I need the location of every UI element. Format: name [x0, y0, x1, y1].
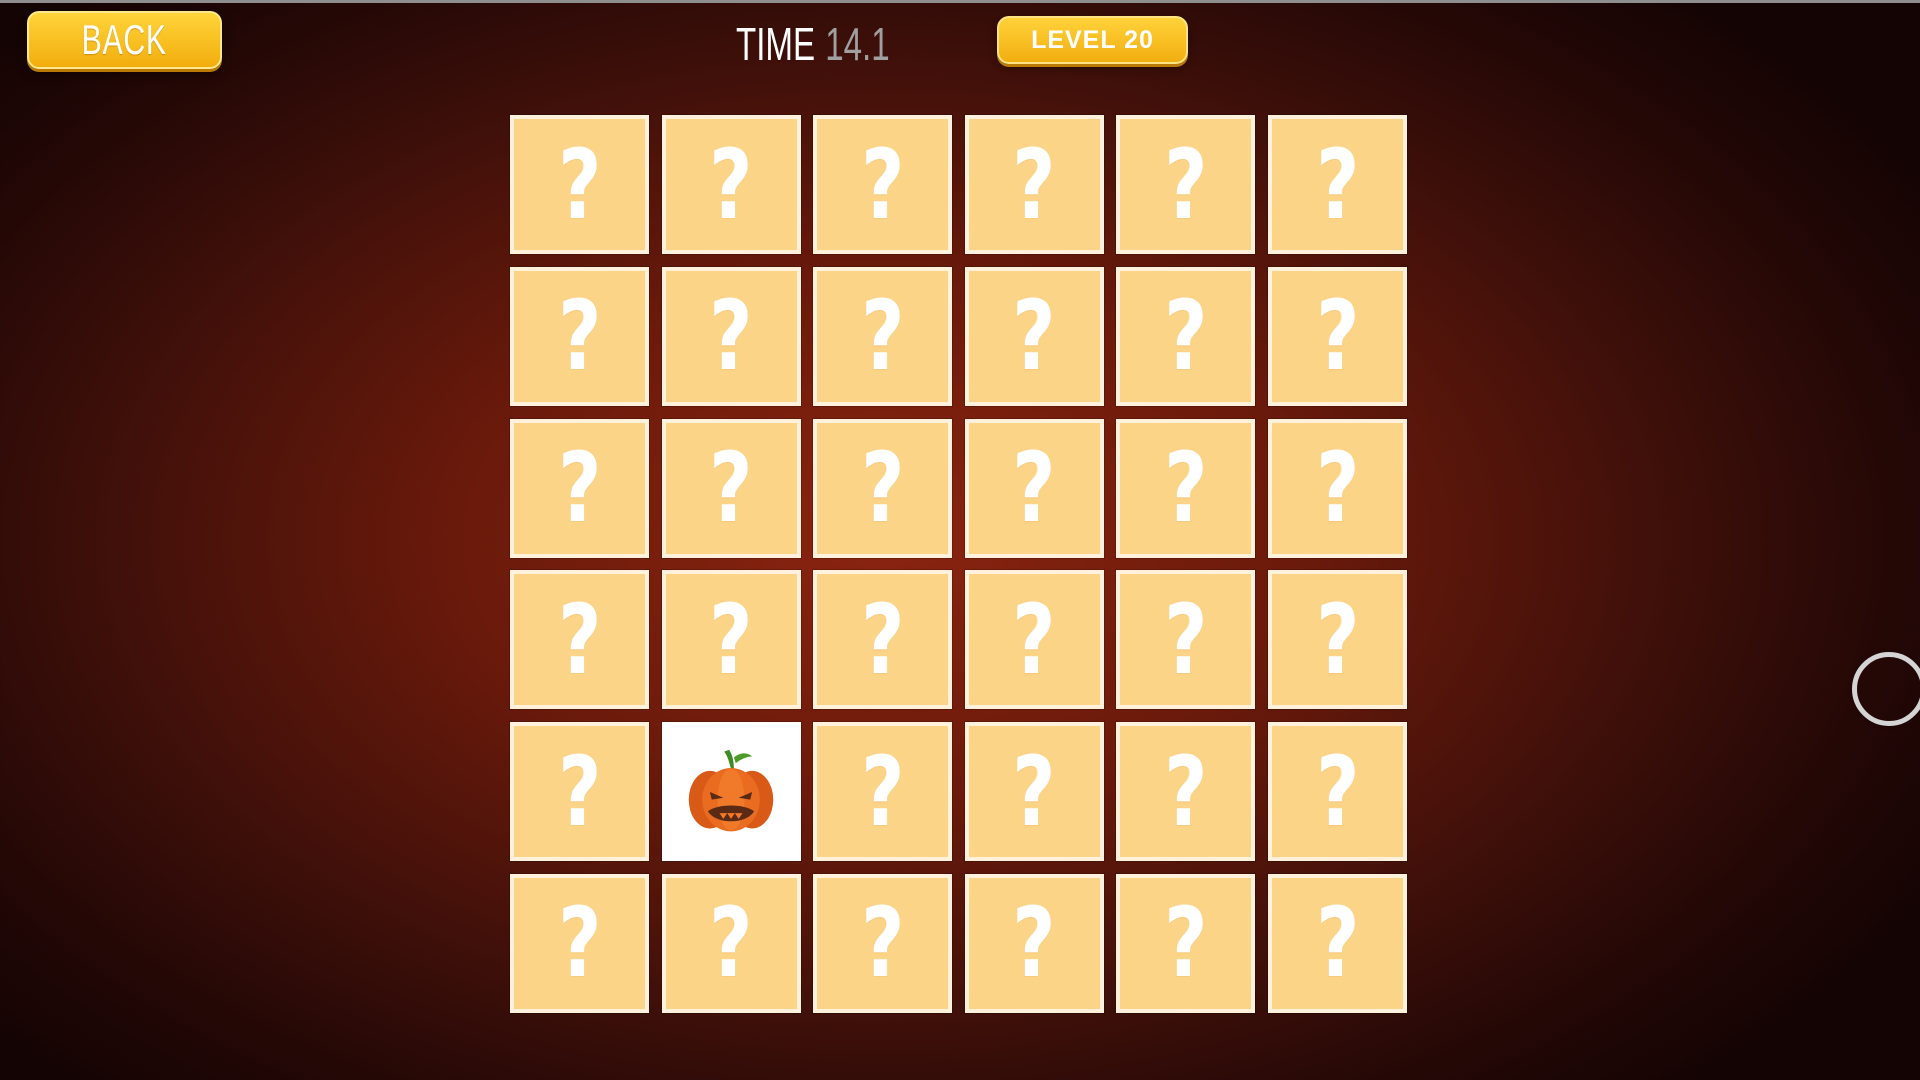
question-mark-icon: ?	[860, 280, 905, 393]
memory-card[interactable]: ?	[813, 115, 953, 254]
top-edge-strip	[0, 0, 1920, 3]
memory-card[interactable]: ?	[510, 115, 649, 254]
memory-card[interactable]: ?	[964, 418, 1104, 558]
memory-card[interactable]: ?	[510, 873, 649, 1013]
question-mark-icon: ?	[1315, 280, 1360, 393]
question-mark-icon: ?	[709, 432, 753, 545]
memory-card[interactable]: ?	[661, 115, 801, 254]
question-mark-icon: ?	[557, 280, 602, 393]
question-mark-icon: ?	[557, 432, 602, 545]
memory-card[interactable]: ?	[813, 266, 953, 406]
back-button-label: BACK	[81, 16, 168, 63]
memory-card[interactable]: ?	[661, 873, 801, 1013]
memory-card[interactable]: ?	[1267, 722, 1407, 862]
memory-card[interactable]: ?	[813, 873, 953, 1013]
question-mark-icon: ?	[1164, 735, 1208, 848]
question-mark-icon: ?	[709, 280, 753, 393]
question-mark-icon: ?	[1164, 280, 1208, 393]
question-mark-icon: ?	[1164, 128, 1208, 241]
memory-card[interactable]: ?	[813, 570, 953, 710]
level-label: LEVEL 20	[1031, 25, 1154, 54]
memory-card[interactable]: ?	[1267, 266, 1407, 406]
timer-value: 14.1	[825, 18, 890, 70]
memory-card[interactable]: ?	[661, 418, 801, 558]
memory-card-revealed[interactable]	[661, 722, 801, 862]
memory-card[interactable]: ?	[1116, 722, 1256, 862]
question-mark-icon: ?	[557, 583, 602, 696]
question-mark-icon: ?	[1315, 432, 1360, 545]
memory-card[interactable]: ?	[964, 722, 1104, 862]
question-mark-icon: ?	[860, 735, 905, 848]
memory-card[interactable]: ?	[964, 115, 1104, 254]
question-mark-icon: ?	[1315, 887, 1360, 1000]
memory-card[interactable]: ?	[661, 570, 801, 710]
question-mark-icon: ?	[1012, 432, 1056, 545]
memory-card[interactable]: ?	[510, 418, 649, 558]
question-mark-icon: ?	[709, 128, 753, 241]
memory-card[interactable]: ?	[813, 418, 953, 558]
question-mark-icon: ?	[1164, 887, 1208, 1000]
memory-card[interactable]: ?	[1116, 266, 1256, 406]
memory-card[interactable]: ?	[1116, 570, 1256, 710]
memory-card[interactable]: ?	[661, 266, 801, 406]
question-mark-icon: ?	[1164, 583, 1208, 696]
question-mark-icon: ?	[709, 583, 753, 696]
memory-card[interactable]: ?	[1116, 873, 1256, 1013]
question-mark-icon: ?	[1315, 128, 1360, 241]
back-button[interactable]: BACK	[27, 11, 222, 69]
memory-card[interactable]: ?	[964, 570, 1104, 710]
question-mark-icon: ?	[1012, 583, 1056, 696]
question-mark-icon: ?	[557, 735, 602, 848]
question-mark-icon: ?	[557, 128, 602, 241]
pumpkin-icon	[688, 749, 774, 832]
question-mark-icon: ?	[557, 887, 602, 1000]
question-mark-icon: ?	[1315, 583, 1360, 696]
question-mark-icon: ?	[1164, 432, 1208, 545]
question-mark-icon: ?	[1012, 128, 1056, 241]
question-mark-icon: ?	[1315, 735, 1360, 848]
question-mark-icon: ?	[1012, 887, 1056, 1000]
memory-card[interactable]: ?	[964, 873, 1104, 1013]
memory-card[interactable]: ?	[510, 722, 649, 862]
question-mark-icon: ?	[860, 432, 905, 545]
question-mark-icon: ?	[860, 128, 905, 241]
memory-card[interactable]: ?	[1267, 418, 1407, 558]
memory-board: ???????????????????????????????????	[510, 115, 1407, 1013]
question-mark-icon: ?	[1012, 735, 1056, 848]
memory-card[interactable]: ?	[1267, 873, 1407, 1013]
memory-card[interactable]: ?	[964, 266, 1104, 406]
level-badge: LEVEL 20	[997, 16, 1188, 64]
cursor-ring-icon	[1852, 652, 1920, 726]
memory-card[interactable]: ?	[813, 722, 953, 862]
timer: TIME 14.1	[736, 14, 890, 74]
memory-card[interactable]: ?	[510, 570, 649, 710]
question-mark-icon: ?	[1012, 280, 1056, 393]
memory-card[interactable]: ?	[1267, 115, 1407, 254]
question-mark-icon: ?	[860, 583, 905, 696]
memory-card[interactable]: ?	[1116, 115, 1256, 254]
memory-card[interactable]: ?	[1116, 418, 1256, 558]
question-mark-icon: ?	[860, 887, 905, 1000]
memory-card[interactable]: ?	[510, 266, 649, 406]
memory-card[interactable]: ?	[1267, 570, 1407, 710]
question-mark-icon: ?	[709, 887, 753, 1000]
timer-label: TIME	[736, 18, 816, 70]
